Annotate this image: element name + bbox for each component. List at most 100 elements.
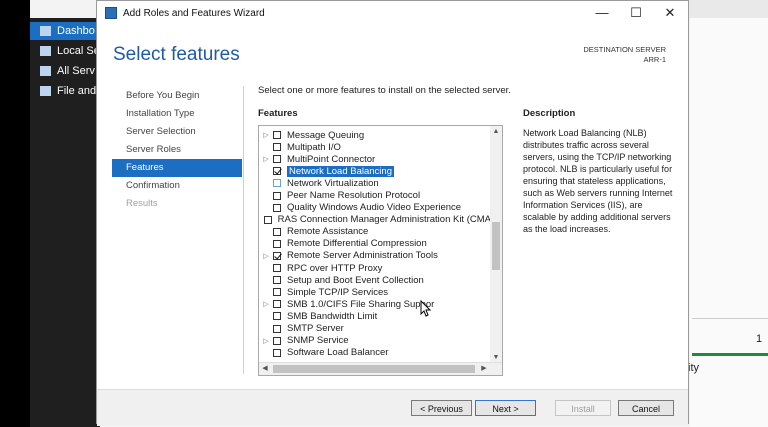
feature-checkbox[interactable] — [263, 215, 272, 224]
vertical-scrollbar[interactable]: ▲ ▼ — [490, 126, 502, 364]
feature-label[interactable]: Software Load Balancer — [287, 347, 388, 358]
wizard-app-icon — [105, 7, 117, 19]
close-button[interactable]: ✕ — [653, 3, 687, 23]
step-installation-type[interactable]: Installation Type — [112, 105, 242, 123]
feature-checkbox[interactable] — [273, 143, 281, 152]
feature-label[interactable]: Network Load Balancing — [287, 165, 394, 177]
feature-row[interactable]: Peer Name Resolution Protocol — [259, 189, 491, 201]
hscroll-thumb[interactable] — [273, 365, 475, 373]
sidebar-item-dashboard[interactable]: Dashbo — [30, 22, 100, 40]
feature-checkbox[interactable] — [273, 251, 281, 260]
step-server-selection[interactable]: Server Selection — [112, 123, 242, 141]
feature-label[interactable]: SNMP Service — [287, 335, 349, 346]
feature-row[interactable]: Remote Assistance — [259, 226, 491, 238]
feature-row[interactable]: ▷ SMB 1.0/CIFS File Sharing Suppor — [259, 298, 491, 310]
wizard-footer: < Previous Next > Install Cancel — [97, 389, 688, 426]
next-button[interactable]: Next > — [475, 400, 536, 416]
expand-chevron-icon[interactable]: ▷ — [259, 252, 273, 260]
maximize-button[interactable]: ☐ — [619, 3, 653, 23]
features-heading: Features — [258, 108, 298, 119]
minimize-button[interactable]: — — [585, 3, 619, 23]
cancel-button[interactable]: Cancel — [618, 400, 674, 416]
feature-label[interactable]: Simple TCP/IP Services — [287, 287, 388, 298]
step-confirmation[interactable]: Confirmation — [112, 177, 242, 195]
feature-checkbox[interactable] — [273, 264, 281, 273]
dashboard-icon — [40, 26, 51, 36]
feature-label[interactable]: MultiPoint Connector — [287, 154, 375, 165]
feature-checkbox[interactable] — [273, 239, 281, 248]
feature-checkbox[interactable] — [273, 336, 281, 345]
mouse-cursor-icon — [420, 300, 432, 317]
feature-row[interactable]: ▷ SNMP Service — [259, 335, 491, 347]
feature-row[interactable]: Network Virtualization — [259, 177, 491, 189]
previous-button[interactable]: < Previous — [411, 400, 472, 416]
feature-checkbox[interactable] — [273, 179, 281, 188]
feature-checkbox[interactable] — [273, 348, 281, 357]
feature-row[interactable]: Simple TCP/IP Services — [259, 286, 491, 298]
feature-label[interactable]: Quality Windows Audio Video Experience — [287, 202, 461, 213]
feature-row[interactable]: Quality Windows Audio Video Experience — [259, 202, 491, 214]
servers-icon — [40, 66, 51, 76]
horizontal-scrollbar[interactable]: ◀ ▶ — [259, 362, 502, 375]
window-title: Add Roles and Features Wizard — [123, 7, 265, 19]
feature-checkbox[interactable] — [273, 155, 281, 164]
feature-row[interactable]: Remote Differential Compression — [259, 238, 491, 250]
feature-row[interactable]: Network Load Balancing — [259, 165, 491, 177]
feature-label[interactable]: Message Queuing — [287, 130, 364, 141]
feature-checkbox[interactable] — [273, 227, 281, 236]
feature-label[interactable]: Remote Differential Compression — [287, 238, 427, 249]
panel-label: ity — [688, 362, 699, 374]
feature-row[interactable]: Setup and Boot Event Collection — [259, 274, 491, 286]
feature-checkbox[interactable] — [273, 203, 281, 212]
step-results: Results — [126, 198, 158, 209]
feature-checkbox[interactable] — [273, 300, 281, 309]
feature-checkbox[interactable] — [273, 288, 281, 297]
feature-row[interactable]: Software Load Balancer — [259, 347, 491, 359]
feature-label[interactable]: Multipath I/O — [287, 142, 341, 153]
step-before-you-begin[interactable]: Before You Begin — [112, 87, 242, 105]
feature-label[interactable]: SMB 1.0/CIFS File Sharing Suppor — [287, 299, 434, 310]
sidebar-item-all-servers[interactable]: All Serv — [30, 62, 100, 80]
expand-chevron-icon[interactable]: ▷ — [259, 131, 273, 139]
feature-label[interactable]: RPC over HTTP Proxy — [287, 263, 382, 274]
feature-label[interactable]: Remote Assistance — [287, 226, 368, 237]
features-list[interactable]: ▷ Message Queuing Multipath I/O ▷ MultiPoint… — [258, 125, 503, 376]
feature-label[interactable]: Setup and Boot Event Collection — [287, 275, 424, 286]
scroll-up-icon[interactable]: ▲ — [490, 126, 502, 138]
scroll-thumb[interactable] — [492, 222, 500, 270]
step-features[interactable]: Features — [112, 159, 242, 177]
scroll-right-icon[interactable]: ▶ — [478, 363, 490, 375]
feature-checkbox[interactable] — [273, 131, 281, 140]
feature-row[interactable]: SMTP Server — [259, 323, 491, 335]
description-heading: Description — [523, 108, 576, 119]
scroll-left-icon[interactable]: ◀ — [259, 363, 271, 375]
expand-chevron-icon[interactable]: ▷ — [259, 337, 273, 345]
feature-row[interactable]: SMB Bandwidth Limit — [259, 310, 491, 322]
expand-chevron-icon[interactable]: ▷ — [259, 155, 273, 163]
feature-checkbox[interactable] — [273, 167, 281, 176]
feature-row[interactable]: ▷ Message Queuing — [259, 129, 491, 141]
feature-label[interactable]: Network Virtualization — [287, 178, 379, 189]
feature-label[interactable]: RAS Connection Manager Administration Ki… — [278, 214, 491, 225]
feature-label[interactable]: SMTP Server — [287, 323, 344, 334]
step-server-roles[interactable]: Server Roles — [112, 141, 242, 159]
wizard-steps: Before You Begin Installation Type Serve… — [112, 87, 242, 213]
feature-row[interactable]: ▷ MultiPoint Connector — [259, 153, 491, 165]
expand-chevron-icon[interactable]: ▷ — [259, 300, 273, 308]
features-rows: ▷ Message Queuing Multipath I/O ▷ MultiPoint… — [259, 129, 491, 359]
feature-row[interactable]: Multipath I/O — [259, 141, 491, 153]
sidebar-item-file-and-storage[interactable]: File and — [30, 82, 100, 100]
wizard-window: Add Roles and Features Wizard — ☐ ✕ Sele… — [96, 0, 689, 426]
feature-label[interactable]: Remote Server Administration Tools — [287, 250, 438, 261]
feature-checkbox[interactable] — [273, 276, 281, 285]
feature-checkbox[interactable] — [273, 324, 281, 333]
feature-checkbox[interactable] — [273, 191, 281, 200]
sidebar-item-local-server[interactable]: Local Se — [30, 42, 100, 60]
feature-checkbox[interactable] — [273, 312, 281, 321]
feature-row[interactable]: RPC over HTTP Proxy — [259, 262, 491, 274]
feature-row[interactable]: ▷ Remote Server Administration Tools — [259, 250, 491, 262]
panel-count: 1 — [756, 333, 763, 345]
feature-row[interactable]: RAS Connection Manager Administration Ki… — [259, 214, 491, 226]
feature-label[interactable]: SMB Bandwidth Limit — [287, 311, 377, 322]
feature-label[interactable]: Peer Name Resolution Protocol — [287, 190, 420, 201]
